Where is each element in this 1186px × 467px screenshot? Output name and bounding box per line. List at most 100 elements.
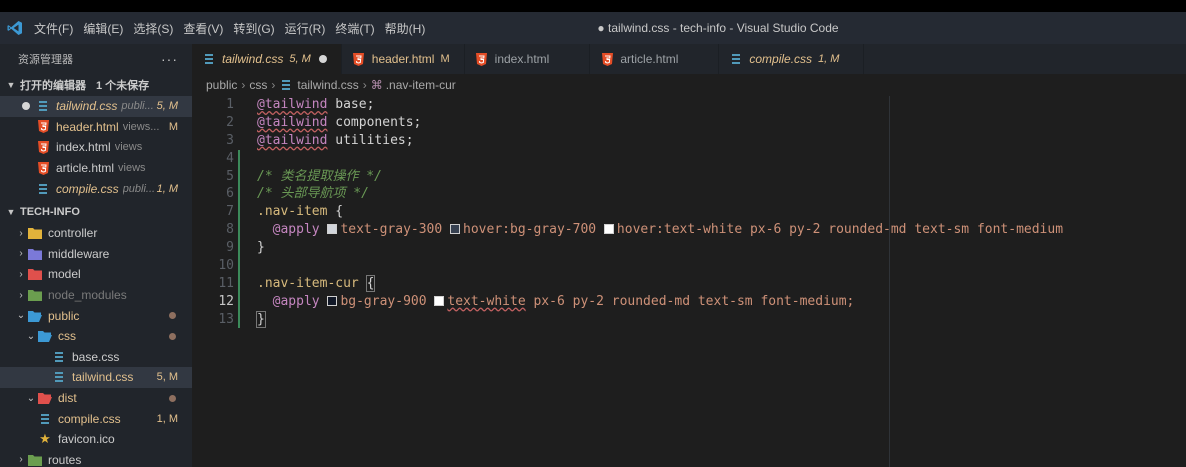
more-actions-icon[interactable]: ··· (161, 51, 178, 67)
file-name: base.css (72, 349, 120, 364)
tree-file[interactable]: base.css (0, 347, 192, 368)
tree-folder[interactable]: › node_modules (0, 285, 192, 306)
chevron-right-icon: › (19, 454, 23, 466)
project-section-header[interactable]: ▼ TECH-INFO (0, 201, 192, 223)
css-file-icon (52, 370, 66, 384)
tab-label: compile.css (749, 52, 813, 66)
at-rule: @tailwind (257, 114, 328, 130)
tab-index-html[interactable]: index.html (464, 44, 591, 74)
chevron-right-icon: › (19, 248, 23, 260)
open-editor-item[interactable]: compile.css publi... 1, M (0, 178, 192, 199)
menu-edit[interactable]: 编辑(E) (83, 20, 133, 37)
modified-dot-icon (169, 332, 176, 340)
tree-folder[interactable]: ⌄ public (0, 305, 192, 326)
breadcrumb-item[interactable]: css (249, 78, 267, 92)
chevron-right-icon: › (271, 78, 276, 92)
css-file-icon (52, 350, 66, 364)
file-name: tailwind.css (72, 370, 134, 385)
tab-label: article.html (620, 52, 679, 66)
breadcrumb-item[interactable]: .nav-item-cur (386, 78, 456, 92)
menu-go[interactable]: 转到(G) (233, 20, 284, 37)
tab-tailwind-css[interactable]: tailwind.css 5, M (192, 44, 342, 74)
open-editor-item[interactable]: tailwind.css publi... 5, M (0, 96, 192, 117)
folder-icon (28, 267, 42, 281)
code-text: { (365, 274, 376, 292)
code-editor[interactable]: 1 2 3 4 5 6 7 8 9 10 11 12 13 @tailwind … (192, 96, 1186, 467)
code-text: } (257, 240, 265, 256)
tree-folder[interactable]: ⌄ dist (0, 388, 192, 409)
html-file-icon (36, 161, 50, 175)
menu-help[interactable]: 帮助(H) (385, 20, 436, 37)
tree-folder[interactable]: ⌄ css (0, 326, 192, 347)
folder-name: middleware (48, 246, 110, 261)
utility-class-prefix: hover (463, 222, 503, 238)
code-line: @tailwind components; (257, 114, 1063, 132)
line-number: 11 (218, 275, 234, 291)
color-swatch-icon[interactable] (450, 224, 461, 235)
file-name: compile.css (56, 181, 119, 196)
tab-compile-css[interactable]: compile.css 1, M (719, 44, 865, 74)
modified-dot-icon (169, 394, 176, 402)
tree-file[interactable]: compile.css 1, M (0, 408, 192, 429)
folder-open-icon (38, 391, 52, 405)
tree-folder[interactable]: › model (0, 264, 192, 285)
open-editors-section-header[interactable]: ▼ 打开的编辑器 1 个未保存 (0, 74, 192, 96)
tree-folder[interactable]: › middleware (0, 244, 192, 265)
code-text: base; (327, 97, 375, 112)
breadcrumb-item[interactable]: public (206, 78, 237, 92)
folder-icon (28, 453, 42, 467)
folder-name: model (48, 267, 81, 282)
open-editor-item[interactable]: header.html views... M (0, 117, 192, 138)
at-rule: @tailwind (257, 97, 328, 112)
unsaved-dot-icon[interactable] (22, 102, 30, 111)
tab-header-html[interactable]: header.html M (341, 44, 465, 74)
color-swatch-icon[interactable] (434, 295, 445, 306)
tree-file[interactable]: ★ favicon.ico (0, 429, 192, 450)
menu-run[interactable]: 运行(R) (285, 20, 336, 37)
tree-file[interactable]: tailwind.css 5, M (0, 367, 192, 388)
html-file-icon (36, 140, 50, 154)
code-line-current: @apply bg-gray-900 text-white px-6 py-2 … (257, 293, 1063, 311)
open-editor-item[interactable]: article.html views (0, 158, 192, 179)
code-line: @apply text-gray-300 hover:bg-gray-700 h… (257, 221, 1063, 239)
file-name: header.html (56, 119, 119, 134)
menu-file[interactable]: 文件(F) (34, 20, 83, 37)
top-black-band (0, 0, 1186, 12)
menu-view[interactable]: 查看(V) (183, 20, 233, 37)
file-name: article.html (56, 161, 115, 176)
menu-terminal[interactable]: 终端(T) (335, 20, 384, 37)
color-swatch-icon[interactable] (603, 224, 614, 235)
chevron-down-icon: ⌄ (26, 392, 36, 404)
tab-label: tailwind.css (222, 52, 284, 66)
tab-label: header.html (371, 52, 435, 66)
code-line: } (256, 310, 1063, 329)
git-badge: M (168, 120, 178, 133)
chevron-right-icon: › (19, 227, 23, 239)
tree-folder[interactable]: › routes (0, 450, 192, 467)
css-file-icon (202, 52, 216, 66)
code-line: /* 类名提取操作 */ (257, 168, 1063, 186)
code-text: components; (327, 114, 422, 130)
code-line: @tailwind base; (257, 96, 1063, 114)
menu-selection[interactable]: 选择(S) (133, 20, 183, 37)
chevron-right-icon: › (241, 78, 246, 92)
tab-article-html[interactable]: article.html (590, 44, 720, 74)
explorer-header: 资源管理器 ··· (0, 44, 192, 74)
open-editor-item[interactable]: index.html views (0, 137, 192, 158)
css-file-icon (279, 78, 293, 92)
unsaved-dot-icon[interactable] (318, 55, 327, 63)
color-swatch-icon[interactable] (327, 224, 338, 235)
html-file-icon (36, 120, 50, 134)
tab-badge: 5, M (289, 53, 311, 65)
utility-class: bg-gray-900 (340, 293, 427, 309)
unsaved-count: 1 个未保存 (96, 80, 150, 92)
breadcrumb-item[interactable]: tailwind.css (297, 78, 358, 92)
line-number: 4 (226, 150, 234, 166)
problem-badge: 1, M (156, 412, 178, 425)
css-selector: .nav-item-cur (257, 275, 359, 291)
tree-folder[interactable]: › controller (0, 223, 192, 244)
file-path: publi... (122, 182, 156, 195)
file-name: compile.css (58, 411, 121, 426)
color-swatch-icon[interactable] (327, 295, 338, 306)
css-file-icon (36, 182, 50, 196)
